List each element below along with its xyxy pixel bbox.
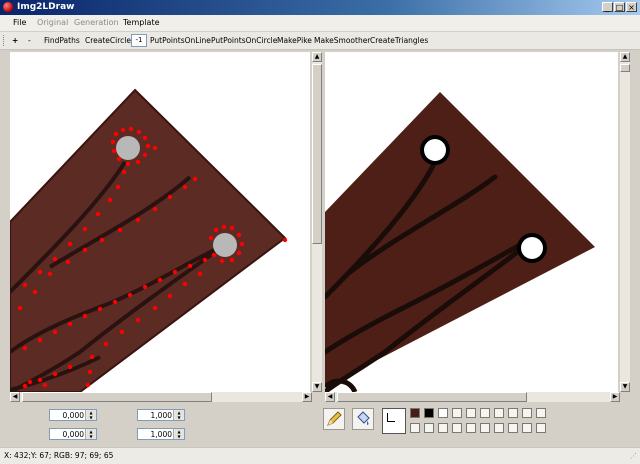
menu-original[interactable]: Original <box>37 18 68 27</box>
toolbar: + - FindPaths CreateCircle -1 PutPointsO… <box>0 32 640 50</box>
offset-y-stepper[interactable]: 0,000 ▲ ▼ <box>49 428 97 440</box>
offset-x-value: 0,000 <box>62 411 84 420</box>
offset-x-arrows[interactable]: ▲ ▼ <box>85 410 96 420</box>
title-bar: Img2LDraw _ □ × <box>0 0 640 15</box>
right-vertical-scrollbar[interactable]: ▲ ▼ <box>620 52 630 392</box>
scroll-up-icon[interactable]: ▲ <box>312 52 322 62</box>
resize-grip-icon[interactable]: ⋰ <box>630 452 637 460</box>
menu-bar: File Original Generation Template <box>0 15 640 31</box>
empty-color-slot[interactable] <box>452 408 462 418</box>
empty-color-slot[interactable] <box>508 423 518 433</box>
minimize-button[interactable]: _ <box>602 2 613 12</box>
original-image-panel[interactable] <box>10 52 310 392</box>
put-points-on-line-button[interactable]: PutPointsOnLine <box>150 36 211 45</box>
offset-y-arrows[interactable]: ▲ ▼ <box>85 429 96 439</box>
scroll-down-icon[interactable]: ▼ <box>312 382 322 392</box>
color-swatch[interactable] <box>438 408 448 418</box>
menu-file[interactable]: File <box>13 18 26 27</box>
stud-hole-right <box>213 233 237 257</box>
empty-color-slot[interactable] <box>480 408 490 418</box>
scroll-down-icon[interactable]: ▼ <box>620 382 630 392</box>
create-triangles-button[interactable]: CreateTriangles <box>370 36 428 45</box>
scale-x-arrows[interactable]: ▲ ▼ <box>173 410 184 420</box>
scroll-left-icon[interactable]: ◀ <box>10 392 20 402</box>
empty-color-slot[interactable] <box>508 408 518 418</box>
circle-value-input[interactable]: -1 <box>131 34 147 47</box>
left-hscroll-thumb[interactable] <box>22 392 212 402</box>
scale-y-stepper[interactable]: 1,000 ▲ ▼ <box>137 428 185 440</box>
app-icon <box>3 2 13 12</box>
menu-generation[interactable]: Generation <box>74 18 119 27</box>
scroll-right-icon[interactable]: ▶ <box>610 392 620 402</box>
empty-color-slot[interactable] <box>452 423 462 433</box>
empty-color-slot[interactable] <box>536 423 546 433</box>
right-vscroll-thumb[interactable] <box>620 64 630 72</box>
menu-template[interactable]: Template <box>123 18 160 27</box>
pencil-tool-button[interactable] <box>323 408 345 430</box>
zoom-in-button[interactable]: + <box>12 36 18 45</box>
template-stud-hole-top <box>424 139 446 161</box>
template-brick-shape <box>325 92 595 387</box>
scale-x-value: 1,000 <box>150 411 172 420</box>
status-text: X: 432;Y: 67; RGB: 97; 69; 65 <box>4 451 114 460</box>
empty-color-slot[interactable] <box>480 423 490 433</box>
empty-color-slot[interactable] <box>410 423 420 433</box>
paint-bucket-icon <box>357 411 370 425</box>
create-circle-button[interactable]: CreateCircle <box>85 36 131 45</box>
scale-x-stepper[interactable]: 1,000 ▲ ▼ <box>137 409 185 421</box>
scroll-up-icon[interactable]: ▲ <box>620 52 630 62</box>
status-bar: X: 432;Y: 67; RGB: 97; 69; 65 ⋰ <box>0 447 640 464</box>
left-vertical-scrollbar[interactable]: ▲ ▼ <box>312 52 322 392</box>
right-horizontal-scrollbar[interactable]: ◀ ▶ <box>325 392 620 402</box>
current-color-indicator[interactable] <box>382 408 406 434</box>
left-horizontal-scrollbar[interactable]: ◀ ▶ <box>10 392 312 402</box>
empty-color-slot[interactable] <box>522 408 532 418</box>
color-marker-icon <box>387 413 395 422</box>
empty-color-slot[interactable] <box>494 408 504 418</box>
right-hscroll-thumb[interactable] <box>337 392 527 402</box>
window-title: Img2LDraw <box>17 2 75 12</box>
close-button[interactable]: × <box>626 2 637 12</box>
put-points-on-circle-button[interactable]: PutPointsOnCircle <box>211 36 277 45</box>
template-canvas[interactable] <box>325 52 618 392</box>
stud-hole-top <box>116 136 140 160</box>
pencil-icon <box>327 411 342 426</box>
empty-color-slot[interactable] <box>438 423 448 433</box>
zoom-out-button[interactable]: - <box>28 36 31 45</box>
color-swatch[interactable] <box>410 408 420 418</box>
toolbar-grip[interactable] <box>3 35 6 46</box>
offset-y-value: 0,000 <box>62 430 84 439</box>
brick-shape <box>10 88 287 392</box>
scroll-right-icon[interactable]: ▶ <box>302 392 312 402</box>
make-pike-button[interactable]: MakePike <box>277 36 312 45</box>
find-paths-button[interactable]: FindPaths <box>44 36 80 45</box>
scroll-left-icon[interactable]: ◀ <box>325 392 335 402</box>
empty-color-slot[interactable] <box>466 423 476 433</box>
left-vscroll-thumb[interactable] <box>312 64 322 244</box>
empty-color-slot[interactable] <box>466 408 476 418</box>
empty-color-slot[interactable] <box>424 423 434 433</box>
scale-y-value: 1,000 <box>150 430 172 439</box>
template-image-panel[interactable] <box>325 52 618 392</box>
empty-color-slot[interactable] <box>536 408 546 418</box>
empty-color-slot[interactable] <box>522 423 532 433</box>
template-stud-hole-right <box>521 237 543 259</box>
offset-x-stepper[interactable]: 0,000 ▲ ▼ <box>49 409 97 421</box>
color-swatch[interactable] <box>424 408 434 418</box>
maximize-button[interactable]: □ <box>614 2 625 12</box>
scale-y-arrows[interactable]: ▲ ▼ <box>173 429 184 439</box>
make-smoother-button[interactable]: MakeSmoother <box>314 36 370 45</box>
empty-color-slot[interactable] <box>494 423 504 433</box>
original-image-canvas[interactable] <box>10 52 310 392</box>
fill-tool-button[interactable] <box>352 408 374 430</box>
